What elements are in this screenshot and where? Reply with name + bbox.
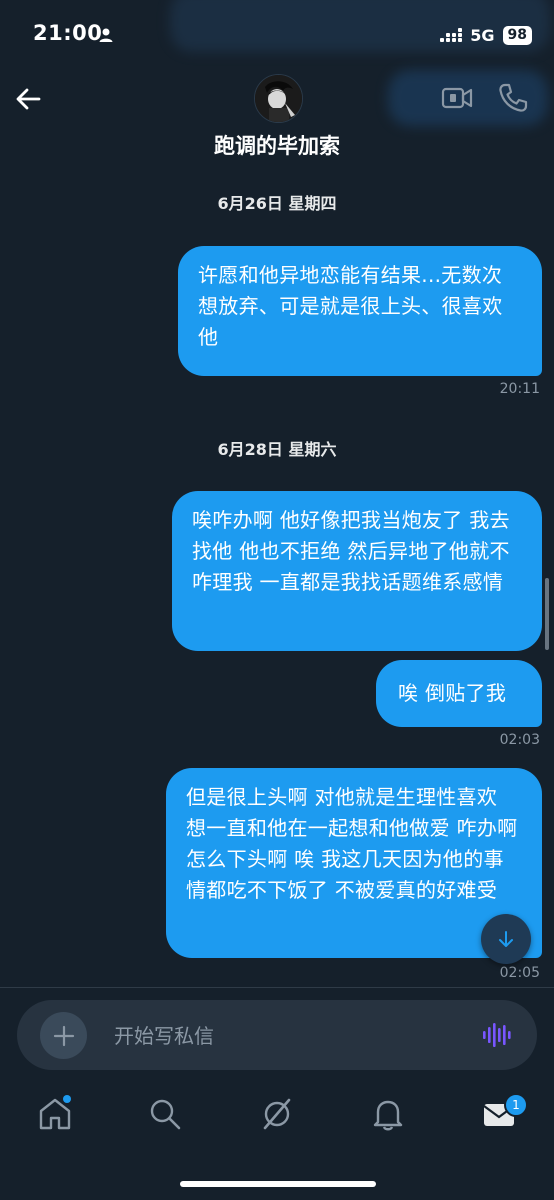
- message-text: 唉 倒贴了我: [398, 681, 507, 705]
- video-call-button[interactable]: [441, 84, 473, 112]
- bottom-navigation: 1: [0, 1080, 554, 1160]
- status-indicators: 5G 98: [440, 24, 532, 46]
- divider: [0, 987, 554, 988]
- network-label: 5G: [470, 25, 495, 45]
- home-notification-dot: [63, 1095, 71, 1103]
- message-input[interactable]: [112, 1000, 456, 1072]
- add-media-button[interactable]: [40, 1012, 87, 1059]
- dm-conversation-screen: 21:00 5G 98 跑调的毕加索 6月26日 星期四 许愿和他异地恋能有结果…: [0, 0, 554, 1200]
- contact-name[interactable]: 跑调的毕加索: [0, 130, 554, 160]
- back-button[interactable]: [14, 84, 44, 114]
- arrow-down-icon: [499, 931, 513, 947]
- message-text: 许愿和他异地恋能有结果...无数次想放弃、可是就是很上头、很喜欢他: [198, 263, 503, 349]
- message-bubble[interactable]: 许愿和他异地恋能有结果...无数次想放弃、可是就是很上头、很喜欢他: [178, 246, 542, 376]
- scroll-to-bottom-button[interactable]: [481, 914, 531, 964]
- plus-icon: [53, 1025, 74, 1046]
- scrollbar[interactable]: [545, 578, 549, 650]
- contact-avatar[interactable]: [254, 74, 303, 123]
- notifications-icon[interactable]: [370, 1096, 406, 1132]
- communities-icon[interactable]: [259, 1096, 295, 1132]
- date-separator: 6月26日 星期四: [217, 194, 337, 213]
- date-separator: 6月28日 星期六: [217, 440, 337, 459]
- battery-icon: 98: [502, 25, 532, 45]
- person-icon: [99, 28, 113, 42]
- message-composer: [17, 1000, 537, 1072]
- message-timestamp: 20:11: [499, 381, 540, 397]
- status-time: 21:00: [33, 21, 103, 45]
- voice-call-button[interactable]: [497, 82, 529, 114]
- search-icon[interactable]: [147, 1096, 183, 1132]
- messages-badge: 1: [504, 1093, 528, 1117]
- avatar-image: [255, 75, 302, 122]
- voice-message-button[interactable]: [481, 1020, 511, 1050]
- message-bubble[interactable]: 唉咋办啊 他好像把我当炮友了 我去找他 他也不拒绝 然后异地了他就不咋理我 一直…: [172, 491, 542, 651]
- message-text: 但是很上头啊 对他就是生理性喜欢 想一直和他在一起想和他做爱 咋办啊 怎么下头啊…: [186, 785, 518, 902]
- message-timestamp: 02:03: [499, 732, 540, 748]
- home-indicator: [180, 1181, 376, 1187]
- message-text: 唉咋办啊 他好像把我当炮友了 我去找他 他也不拒绝 然后异地了他就不咋理我 一直…: [192, 508, 510, 594]
- message-bubble[interactable]: 唉 倒贴了我: [376, 660, 542, 727]
- status-bar: 21:00 5G 98: [0, 0, 554, 70]
- signal-icon: [440, 28, 463, 42]
- message-timestamp: 02:05: [499, 965, 540, 981]
